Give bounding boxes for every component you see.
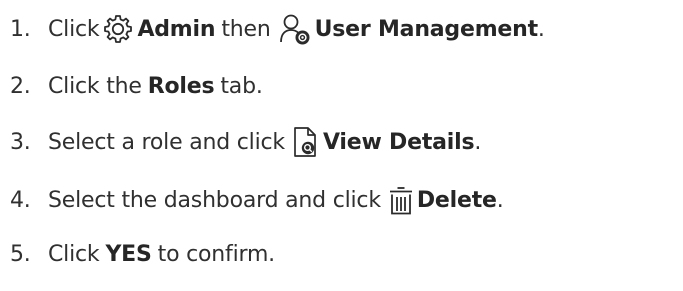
instruction-steps: 1. Click Admin then User Management . 2.… (0, 0, 683, 291)
step-text: tab. (220, 73, 263, 99)
step-number: 1. (10, 16, 31, 42)
view-details-icon (293, 126, 319, 158)
step-text: Click (48, 16, 100, 42)
step-number: 4. (10, 187, 31, 213)
yes-label: YES (105, 241, 152, 267)
user-settings-icon (279, 13, 311, 45)
user-management-label: User Management (314, 16, 539, 42)
step-number: 3. (10, 129, 31, 155)
step-4: 4. Select the dashboard and click Delete… (10, 180, 504, 220)
view-details-label: View Details (322, 129, 475, 155)
trash-icon (389, 185, 413, 215)
step-text: . (537, 16, 545, 42)
step-text: . (496, 187, 504, 213)
step-2: 2. Click the Roles tab. (10, 66, 263, 106)
gear-icon (103, 14, 133, 44)
step-text: then (221, 16, 271, 42)
roles-label: Roles (147, 73, 215, 99)
step-1: 1. Click Admin then User Management . (10, 9, 545, 49)
step-5: 5. Click YES to confirm. (10, 234, 275, 274)
step-text: Select the dashboard and click (48, 187, 381, 213)
step-3: 3. Select a role and click View Details … (10, 122, 481, 162)
step-text: to confirm. (157, 241, 276, 267)
step-text: Click the (48, 73, 142, 99)
step-number: 2. (10, 73, 31, 99)
step-text: Select a role and click (48, 129, 285, 155)
step-text: Click (48, 241, 100, 267)
admin-label: Admin (137, 16, 216, 42)
step-number: 5. (10, 241, 31, 267)
step-text: . (474, 129, 482, 155)
delete-label: Delete (416, 187, 497, 213)
